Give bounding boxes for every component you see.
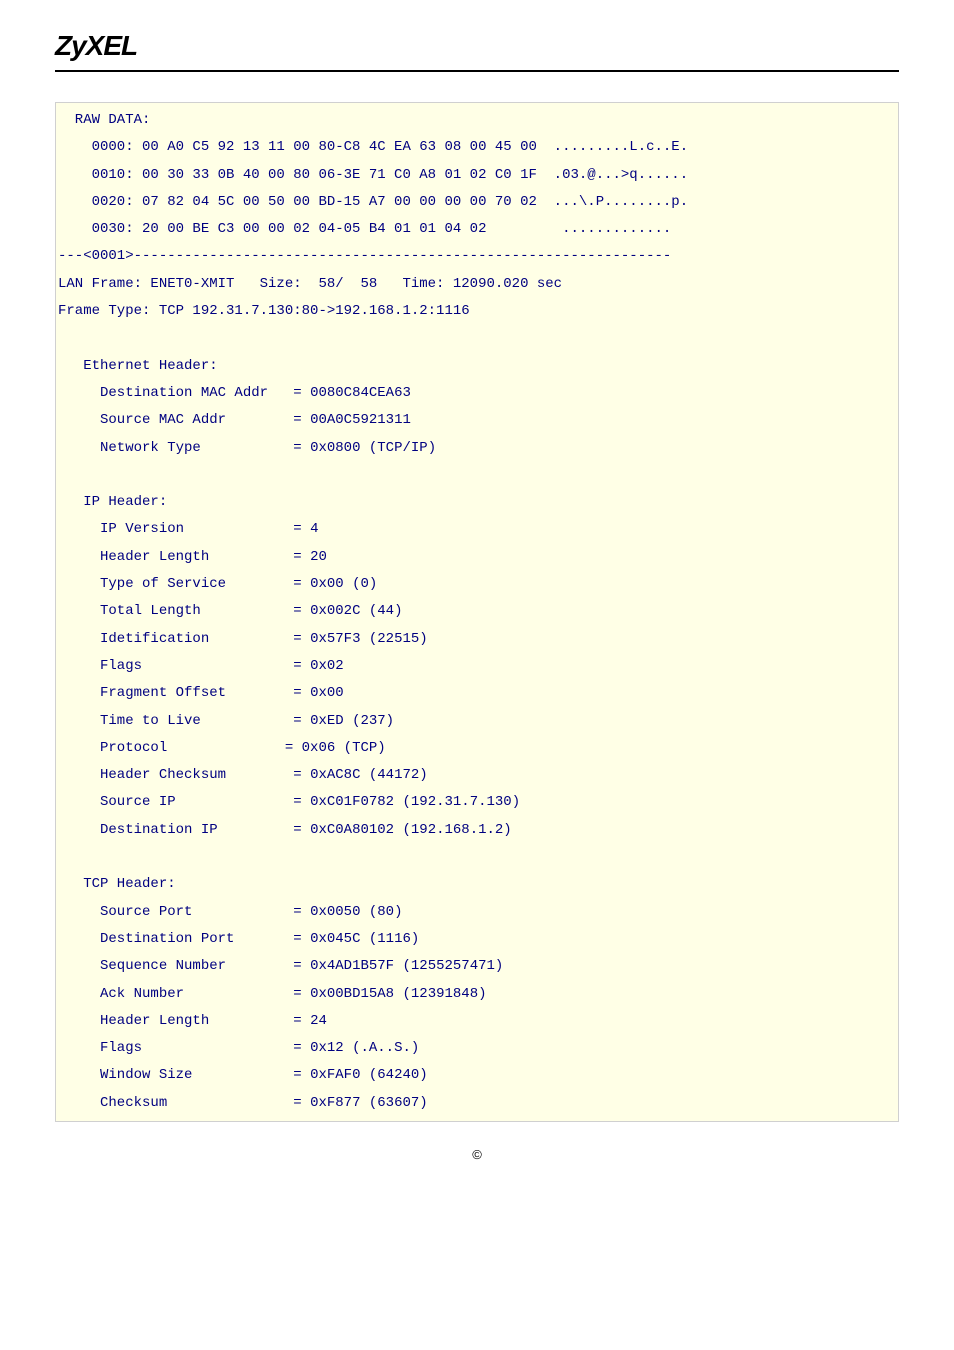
ip-row-5-key: Flags bbox=[58, 658, 268, 674]
tcp-row-0-key: Source Port bbox=[58, 904, 268, 920]
ip-row-0-val: = 4 bbox=[293, 521, 318, 537]
frame-header-2: Frame Type: TCP 192.31.7.130:80->192.168… bbox=[58, 303, 470, 319]
raw-data-label: RAW DATA: bbox=[58, 112, 150, 128]
ethernet-header-label: Ethernet Header: bbox=[58, 358, 218, 374]
tcp-row-5-val: = 0x12 (.A..S.) bbox=[293, 1040, 419, 1056]
ip-row-8-val: = 0x06 (TCP) bbox=[276, 740, 385, 756]
raw-line-3: 0030: 20 00 BE C3 00 00 02 04-05 B4 01 0… bbox=[58, 221, 697, 237]
ip-row-10-val: = 0xC01F0782 (192.31.7.130) bbox=[293, 794, 520, 810]
tcp-row-6-val: = 0xFAF0 (64240) bbox=[293, 1067, 427, 1083]
ip-row-9-val: = 0xAC8C (44172) bbox=[293, 767, 427, 783]
ip-row-1-val: = 20 bbox=[293, 549, 327, 565]
brand-logo: ZyXEL bbox=[55, 30, 137, 61]
ip-row-2-val: = 0x00 (0) bbox=[293, 576, 377, 592]
ip-header-label: IP Header: bbox=[58, 494, 167, 510]
tcp-row-4-val: = 24 bbox=[293, 1013, 327, 1029]
ip-row-3-key: Total Length bbox=[58, 603, 268, 619]
ip-row-6-val: = 0x00 bbox=[293, 685, 343, 701]
tcp-row-4-key: Header Length bbox=[58, 1013, 268, 1029]
tcp-row-7-val: = 0xF877 (63607) bbox=[293, 1095, 427, 1111]
ip-row-7-key: Time to Live bbox=[58, 713, 268, 729]
tcp-row-3-key: Ack Number bbox=[58, 986, 268, 1002]
packet-dump-block: RAW DATA: 0000: 00 A0 C5 92 13 11 00 80-… bbox=[55, 102, 899, 1122]
eth-row-0-key: Destination MAC Addr bbox=[58, 385, 268, 401]
ip-row-8-key: Protocol bbox=[58, 740, 260, 756]
ip-row-9-key: Header Checksum bbox=[58, 767, 268, 783]
frame-header-1: LAN Frame: ENET0-XMIT Size: 58/ 58 Time:… bbox=[58, 276, 562, 292]
tcp-row-7-key: Checksum bbox=[58, 1095, 268, 1111]
eth-row-1-key: Source MAC Addr bbox=[58, 412, 268, 428]
ip-row-7-val: = 0xED (237) bbox=[293, 713, 394, 729]
raw-line-1: 0010: 00 30 33 0B 40 00 80 06-3E 71 C0 A… bbox=[58, 167, 688, 183]
eth-row-2-key: Network Type bbox=[58, 440, 268, 456]
ip-row-10-key: Source IP bbox=[58, 794, 268, 810]
ip-row-5-val: = 0x02 bbox=[293, 658, 343, 674]
eth-row-2-val: = 0x0800 (TCP/IP) bbox=[293, 440, 436, 456]
raw-line-2: 0020: 07 82 04 5C 00 50 00 BD-15 A7 00 0… bbox=[58, 194, 688, 210]
ip-row-4-val: = 0x57F3 (22515) bbox=[293, 631, 427, 647]
tcp-row-2-key: Sequence Number bbox=[58, 958, 268, 974]
page-container: ZyXEL RAW DATA: 0000: 00 A0 C5 92 13 11 … bbox=[0, 0, 954, 1182]
ip-row-2-key: Type of Service bbox=[58, 576, 268, 592]
raw-line-0: 0000: 00 A0 C5 92 13 11 00 80-C8 4C EA 6… bbox=[58, 139, 688, 155]
ip-row-6-key: Fragment Offset bbox=[58, 685, 268, 701]
tcp-row-3-val: = 0x00BD15A8 (12391848) bbox=[293, 986, 486, 1002]
tcp-row-5-key: Flags bbox=[58, 1040, 268, 1056]
page-footer: © bbox=[55, 1147, 899, 1162]
tcp-row-2-val: = 0x4AD1B57F (1255257471) bbox=[293, 958, 503, 974]
page-header: ZyXEL bbox=[55, 30, 899, 72]
ip-row-4-key: Idetification bbox=[58, 631, 268, 647]
tcp-row-1-key: Destination Port bbox=[58, 931, 268, 947]
ip-row-1-key: Header Length bbox=[58, 549, 268, 565]
ip-row-11-key: Destination IP bbox=[58, 822, 268, 838]
tcp-header-label: TCP Header: bbox=[58, 876, 176, 892]
ip-row-3-val: = 0x002C (44) bbox=[293, 603, 402, 619]
ip-row-0-key: IP Version bbox=[58, 521, 268, 537]
divider: ---<0001>-------------------------------… bbox=[58, 248, 671, 264]
copyright-symbol: © bbox=[472, 1147, 482, 1162]
tcp-row-1-val: = 0x045C (1116) bbox=[293, 931, 419, 947]
eth-row-0-val: = 0080C84CEA63 bbox=[293, 385, 411, 401]
tcp-row-6-key: Window Size bbox=[58, 1067, 268, 1083]
eth-row-1-val: = 00A0C5921311 bbox=[293, 412, 411, 428]
tcp-row-0-val: = 0x0050 (80) bbox=[293, 904, 402, 920]
ip-row-11-val: = 0xC0A80102 (192.168.1.2) bbox=[293, 822, 511, 838]
